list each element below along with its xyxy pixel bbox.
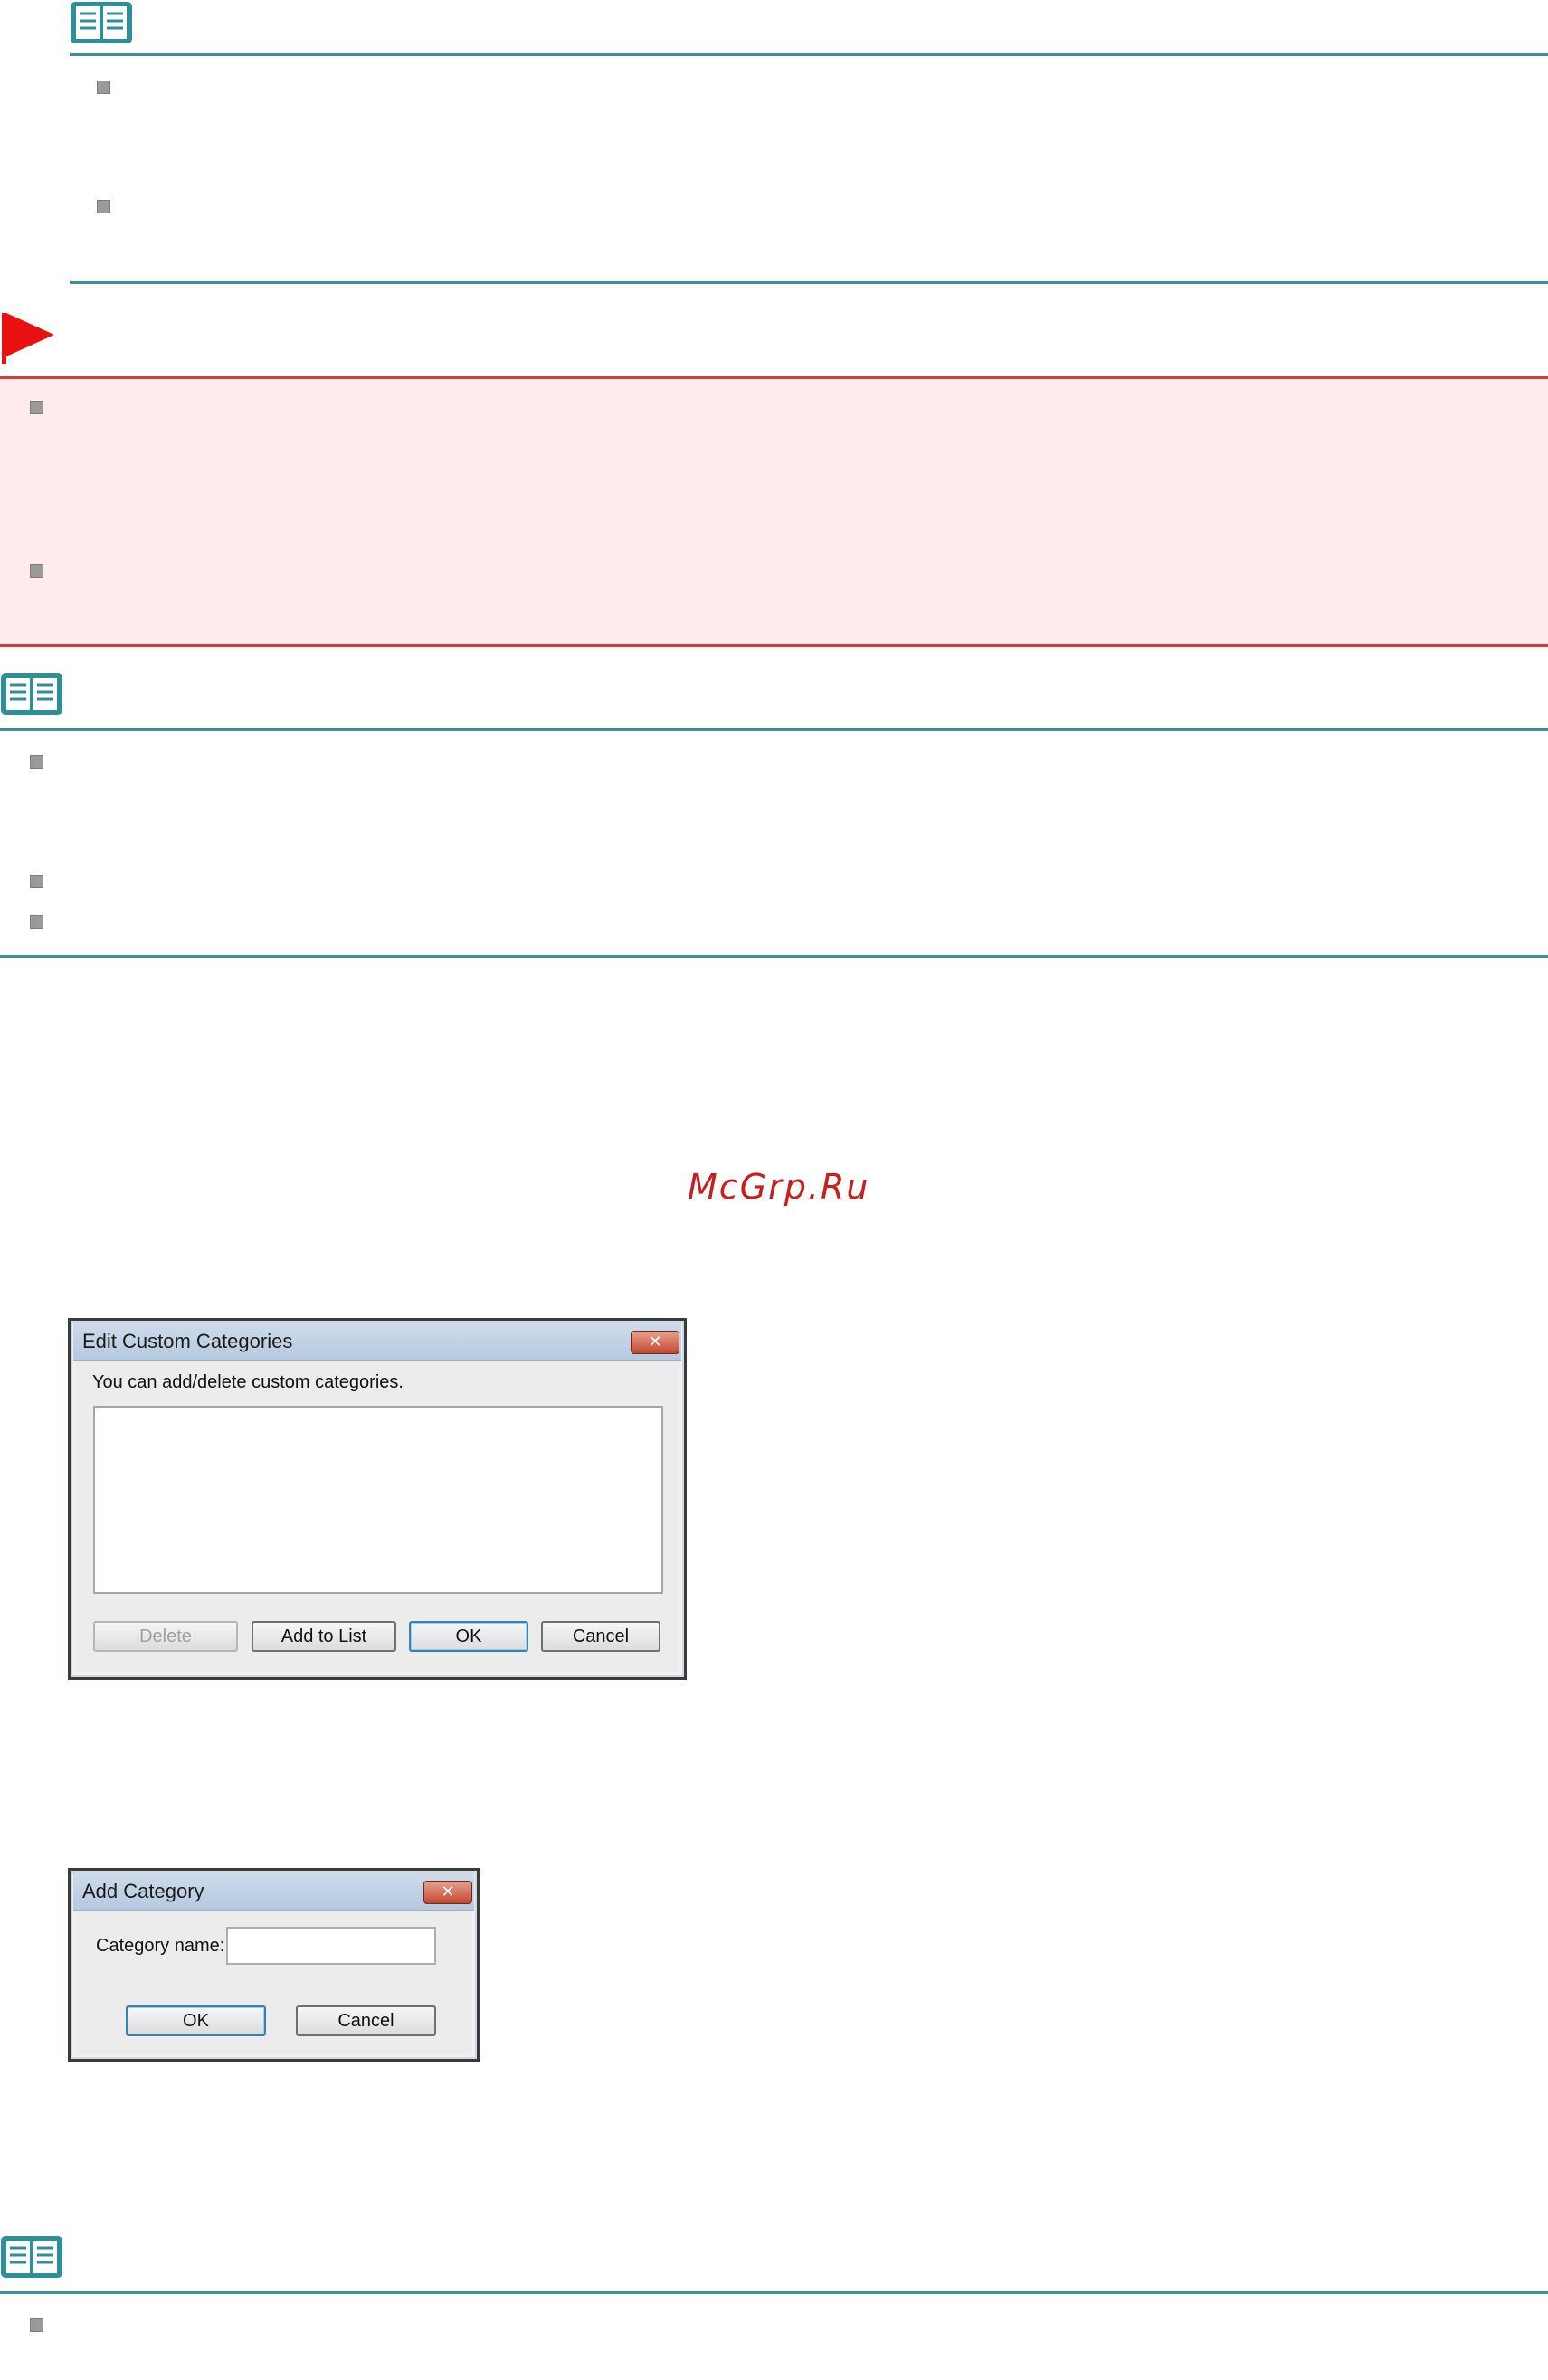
list-bullet <box>97 81 110 94</box>
edit-custom-categories-dialog: Edit Custom Categories ✕ You can add/del… <box>68 1318 687 1680</box>
note-divider-bottom <box>0 955 1548 958</box>
close-icon[interactable]: ✕ <box>631 1331 679 1354</box>
note-divider-top <box>70 53 1548 56</box>
category-name-input[interactable] <box>226 1927 436 1965</box>
note-book-icon <box>71 2 132 43</box>
note-book-icon <box>1 2236 62 2278</box>
list-bullet <box>30 2318 43 2332</box>
dialog-titlebar: Add Category ✕ <box>73 1873 474 1911</box>
delete-button[interactable]: Delete <box>93 1621 238 1652</box>
list-bullet <box>30 564 43 578</box>
dialog-title: Add Category <box>82 1880 204 1902</box>
list-bullet <box>30 875 43 888</box>
note-divider-top <box>0 728 1548 731</box>
category-name-label: Category name: <box>96 1936 225 1956</box>
cancel-button[interactable]: Cancel <box>296 2005 436 2036</box>
custom-categories-list[interactable] <box>93 1406 663 1594</box>
important-section <box>0 378 1548 644</box>
list-bullet <box>97 200 110 213</box>
list-bullet <box>30 915 43 929</box>
list-bullet <box>30 401 43 414</box>
ok-button[interactable]: OK <box>126 2005 266 2036</box>
add-to-list-button[interactable]: Add to List <box>252 1621 396 1652</box>
dialog-titlebar: Edit Custom Categories ✕ <box>73 1323 681 1361</box>
instruction-text: You can add/delete custom categories. <box>92 1372 404 1392</box>
dialog-body: You can add/delete custom categories. De… <box>76 1361 679 1672</box>
note-divider-top <box>0 2291 1548 2294</box>
cancel-button[interactable]: Cancel <box>541 1621 660 1652</box>
close-icon[interactable]: ✕ <box>423 1881 472 1904</box>
watermark-text: McGrp.Ru <box>688 1167 870 1207</box>
ok-button[interactable]: OK <box>409 1621 528 1652</box>
dialog-title: Edit Custom Categories <box>82 1330 293 1352</box>
dialog-body: Category name: OK Cancel <box>76 1911 471 2053</box>
important-divider-top <box>0 376 1548 379</box>
important-flag-icon <box>2 313 54 364</box>
list-bullet <box>30 755 43 769</box>
add-category-dialog: Add Category ✕ Category name: OK Cancel <box>68 1868 480 2062</box>
important-divider-bottom <box>0 644 1548 647</box>
note-book-icon <box>1 673 62 715</box>
note-divider-bottom <box>70 281 1548 284</box>
